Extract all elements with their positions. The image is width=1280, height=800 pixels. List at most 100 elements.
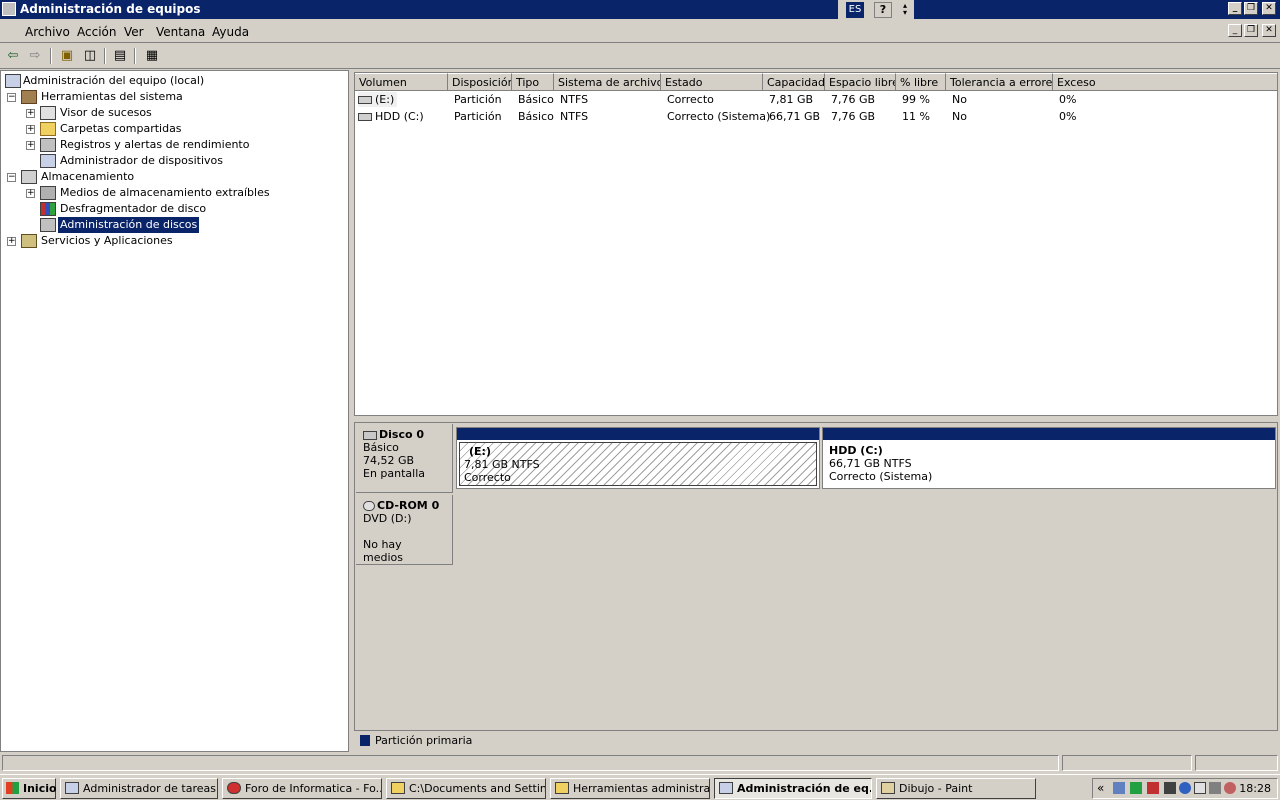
printer-icon[interactable]: [1164, 782, 1176, 794]
status-bar: [0, 753, 1280, 773]
volume-icon[interactable]: [1194, 782, 1206, 794]
volume-name: HDD (C:): [358, 109, 424, 124]
child-minimize-button[interactable]: _: [1228, 24, 1242, 37]
expand-icon[interactable]: +: [26, 125, 35, 134]
tray-expand-icon[interactable]: «: [1097, 781, 1104, 795]
partition-size: 66,71 GB NTFS: [829, 457, 912, 470]
status-panel-3: [1195, 755, 1278, 771]
partition-type-bar: [457, 428, 819, 440]
expand-icon[interactable]: +: [26, 109, 35, 118]
network-icon[interactable]: [1130, 782, 1142, 794]
toolbar-separator: [134, 48, 136, 64]
table-row[interactable]: HDD (C:) Partición Básico NTFS Correcto …: [355, 108, 1277, 125]
close-button[interactable]: ✕: [1262, 2, 1276, 15]
disk-graphical-view[interactable]: Disco 0 Básico 74,52 GB En pantalla (E:)…: [354, 422, 1278, 750]
volume-capacity: 7,81 GB: [769, 93, 814, 106]
task-manager-icon: [65, 782, 79, 794]
taskbar-paint[interactable]: Dibujo - Paint: [876, 778, 1036, 799]
expand-icon[interactable]: +: [7, 237, 16, 246]
antivirus-icon[interactable]: [1224, 782, 1236, 794]
menu-accion[interactable]: Acción: [77, 25, 116, 39]
table-row[interactable]: (E:) Partición Básico NTFS Correcto 7,81…: [355, 91, 1277, 108]
taskbar-documents-folder[interactable]: C:\Documents and Settin...: [386, 778, 546, 799]
forward-icon[interactable]: ⇨: [25, 47, 45, 65]
status-panel-2: [1062, 755, 1192, 771]
menu-ayuda[interactable]: Ayuda: [212, 25, 249, 39]
update-icon[interactable]: [1179, 782, 1191, 794]
volume-name: (E:): [358, 92, 398, 107]
partition-name: HDD (C:): [829, 444, 883, 457]
column-header-estado[interactable]: Estado: [661, 73, 763, 91]
child-restore-button[interactable]: ❐: [1244, 24, 1258, 37]
column-header-porcentaje-libre[interactable]: % libre: [896, 73, 946, 91]
hard-disk-icon: [363, 430, 377, 440]
menu-bar: Archivo Acción Ver Ventana Ayuda: [0, 19, 1280, 43]
console-tree[interactable]: Administración del equipo (local) − Herr…: [0, 70, 349, 752]
language-options-icon[interactable]: ▴ ▾: [899, 2, 911, 18]
menu-ventana[interactable]: Ventana: [156, 25, 205, 39]
cdrom-0-status: No hay medios: [363, 538, 403, 564]
folder-icon: [555, 782, 569, 794]
restore-button[interactable]: ❐: [1244, 2, 1258, 15]
volume-free-space: 7,76 GB: [831, 110, 876, 123]
volume-fault-tolerance: No: [952, 93, 967, 106]
partition-status: Correcto (Sistema): [829, 470, 933, 483]
column-header-disposicion[interactable]: Disposición: [448, 73, 512, 91]
taskbar-opera-forum[interactable]: Foro de Informatica - Fo...: [222, 778, 382, 799]
opera-icon: [227, 782, 241, 794]
messenger-icon[interactable]: [1113, 782, 1125, 794]
minimize-button[interactable]: _: [1228, 2, 1242, 15]
removable-storage-icon: [40, 186, 56, 200]
disk-0-label[interactable]: Disco 0 Básico 74,52 GB En pantalla: [356, 424, 453, 493]
up-folder-icon[interactable]: ▣: [57, 47, 77, 65]
volume-type: Básico: [518, 110, 554, 123]
column-header-tolerancia[interactable]: Tolerancia a errores: [946, 73, 1053, 91]
event-viewer-icon: [40, 106, 56, 120]
column-header-sistema-archivos[interactable]: Sistema de archivos: [554, 73, 661, 91]
show-hide-tree-icon[interactable]: ◫: [80, 47, 100, 65]
defragmenter-icon: [40, 202, 56, 216]
taskbar-task-manager[interactable]: Administrador de tareas ...: [60, 778, 218, 799]
back-icon[interactable]: ⇦: [3, 47, 23, 65]
column-header-tipo[interactable]: Tipo: [512, 73, 554, 91]
language-indicator[interactable]: ES: [846, 2, 864, 18]
partition-e[interactable]: (E:) 7,81 GB NTFS Correcto: [456, 427, 820, 489]
clock[interactable]: 18:28: [1239, 782, 1271, 795]
device-manager-icon: [40, 154, 56, 168]
expand-icon[interactable]: +: [26, 141, 35, 150]
collapse-icon[interactable]: −: [7, 93, 16, 102]
storage-icon: [21, 170, 37, 184]
partition-status: Correcto: [464, 471, 511, 484]
computer-icon: [5, 74, 21, 88]
language-help-button[interactable]: ?: [874, 2, 892, 18]
column-header-espacio-libre[interactable]: Espacio libre: [825, 73, 896, 91]
volume-status: Correcto (Sistema): [667, 110, 771, 123]
computer-management-icon: [2, 2, 16, 16]
menu-archivo[interactable]: Archivo: [25, 25, 70, 39]
child-close-button[interactable]: ✕: [1262, 24, 1276, 37]
cdrom-0-type: DVD (D:): [363, 512, 412, 525]
partition-c[interactable]: HDD (C:) 66,71 GB NTFS Correcto (Sistema…: [822, 427, 1276, 489]
properties-icon[interactable]: ▤: [110, 47, 130, 65]
cd-rom-icon: [363, 501, 375, 511]
collapse-icon[interactable]: −: [7, 173, 16, 182]
folder-icon: [391, 782, 405, 794]
column-header-exceso[interactable]: Exceso: [1053, 73, 1277, 91]
cdrom-0-label[interactable]: CD-ROM 0 DVD (D:) No hay medios: [356, 495, 453, 565]
toolbar-separator: [50, 48, 52, 64]
volume-list[interactable]: Volumen Disposición Tipo Sistema de arch…: [354, 72, 1278, 416]
partition-c-body: HDD (C:) 66,71 GB NTFS Correcto (Sistema…: [825, 442, 1273, 486]
taskbar-computer-management[interactable]: Administración de eq...: [714, 778, 872, 799]
volume-capacity: 66,71 GB: [769, 110, 821, 123]
expand-icon[interactable]: +: [26, 189, 35, 198]
menu-ver[interactable]: Ver: [124, 25, 144, 39]
taskbar-admin-tools[interactable]: Herramientas administrat...: [550, 778, 710, 799]
start-button[interactable]: Inicio: [2, 778, 57, 799]
column-header-volumen[interactable]: Volumen: [355, 73, 448, 91]
settings-icon[interactable]: [1209, 782, 1221, 794]
title-bar: Administración de equipos: [0, 0, 1280, 19]
volume-filesystem: NTFS: [560, 110, 589, 123]
column-header-capacidad[interactable]: Capacidad: [763, 73, 825, 91]
help-icon[interactable]: ▦: [142, 47, 162, 65]
security-icon[interactable]: [1147, 782, 1159, 794]
